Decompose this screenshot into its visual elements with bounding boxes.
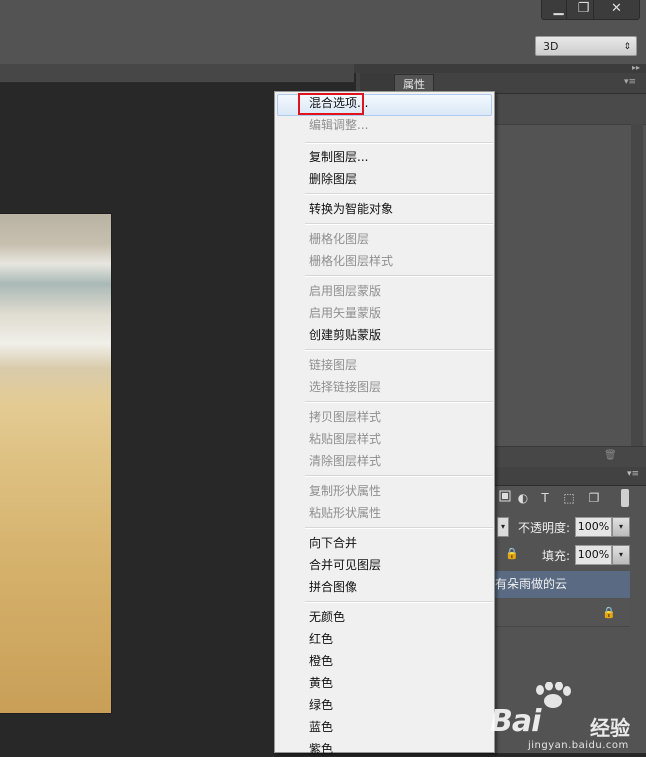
tab-history[interactable] [360, 73, 394, 93]
menu-item-convert-to-smart-object[interactable]: 转换为智能对象 [309, 201, 393, 217]
menu-item-merge-down[interactable]: 向下合并 [309, 535, 357, 551]
menu-item-create-clipping-mask[interactable]: 创建剪贴蒙版 [309, 327, 381, 343]
annotation-highlight-box [298, 93, 364, 115]
document-tab-bar [0, 64, 354, 83]
adjustment-filter-icon[interactable]: ◐ [515, 490, 531, 506]
layer-row-selected[interactable]: 有朵雨做的云 [495, 571, 630, 598]
opacity-label: 不透明度: [518, 521, 571, 535]
panel-menu-icon[interactable]: ▾≡ [624, 75, 642, 89]
watermark-brand-tail: 经验 [590, 716, 630, 740]
menu-separator [305, 223, 493, 225]
layers-menu-icon[interactable]: ▾≡ [627, 469, 639, 479]
menu-item-color-orange[interactable]: 橙色 [309, 653, 333, 669]
menu-separator [305, 527, 493, 529]
menu-item-copy-layer-style: 拷贝图层样式 [309, 410, 382, 424]
filter-toggle[interactable] [621, 489, 629, 507]
workspace-select[interactable]: 3D ⇕ [535, 36, 637, 56]
menu-item-copy-shape-attributes: 复制形状属性 [309, 484, 382, 498]
select-arrows-icon: ⇕ [623, 42, 631, 52]
baidu-jingyan-watermark: Bai 经验 jingyan.baidu.com [484, 676, 644, 752]
menu-separator [305, 475, 493, 477]
layer-name: 有朵雨做的云 [495, 577, 568, 591]
menu-item-enable-layer-mask: 启用图层蒙版 [309, 284, 382, 298]
panel-collapse-bar[interactable]: ▸▸ [354, 64, 646, 73]
menu-separator [305, 349, 493, 351]
menu-item-edit-adjustment: 编辑调整... [309, 118, 369, 132]
menu-item-enable-vector-mask: 启用矢量蒙版 [309, 306, 382, 320]
menu-item-paste-layer-style: 粘贴图层样式 [309, 432, 382, 446]
menu-separator [305, 275, 493, 277]
menu-item-color-violet[interactable]: 紫色 [309, 741, 333, 757]
menu-item-clear-layer-style: 清除图层样式 [309, 454, 382, 468]
close-button[interactable]: ✕ [593, 0, 640, 20]
fill-dropdown-button[interactable]: ▾ [612, 545, 630, 565]
workspace-select-value: 3D [543, 40, 559, 53]
menu-item-merge-visible[interactable]: 合并可见图层 [309, 557, 381, 573]
beach-photo [0, 214, 111, 713]
fill-label: 填充: [542, 549, 571, 563]
menu-item-color-yellow[interactable]: 黄色 [309, 675, 333, 691]
menu-item-link-layers: 链接图层 [309, 358, 358, 372]
opacity-input[interactable]: 100% [575, 517, 612, 537]
watermark-url: jingyan.baidu.com [528, 740, 629, 751]
shape-filter-icon[interactable]: ⬚ [561, 490, 577, 506]
menu-separator [305, 193, 493, 195]
layer-lock-icon: 🔒 [602, 606, 616, 619]
blend-mode-dropdown[interactable]: ▾ [497, 517, 509, 537]
menu-separator [305, 401, 493, 403]
menu-item-color-red[interactable]: 红色 [309, 631, 333, 647]
menu-item-paste-shape-attributes: 粘贴形状属性 [309, 506, 382, 520]
properties-scrollbar[interactable] [631, 124, 643, 446]
menu-item-color-blue[interactable]: 蓝色 [309, 719, 333, 735]
smart-object-filter-icon[interactable]: ❐ [586, 490, 602, 506]
menu-item-color-green[interactable]: 绿色 [309, 697, 333, 713]
lock-all-icon[interactable]: 🔒 [505, 547, 519, 560]
pixel-filter-icon[interactable] [497, 490, 513, 506]
opacity-dropdown-button[interactable]: ▾ [612, 517, 630, 537]
menu-item-rasterize-layer-style: 栅格化图层样式 [309, 254, 394, 268]
menu-item-flatten-image[interactable]: 拼合图像 [309, 579, 357, 595]
menu-item-color-none[interactable]: 无颜色 [309, 609, 345, 625]
watermark-brand: Bai [490, 704, 541, 739]
menu-separator [305, 601, 493, 603]
type-filter-icon[interactable]: T [537, 490, 553, 506]
layer-context-menu: 混合选项... 编辑调整... 复制图层... 删除图层 转换为智能对象 栅格化图层 栅格化… [274, 91, 495, 756]
menu-item-rasterize-layer: 栅格化图层 [309, 232, 370, 246]
trash-icon[interactable]: 🗑 [604, 450, 617, 462]
menu-item-select-linked-layers: 选择链接图层 [309, 380, 382, 394]
menu-separator [305, 142, 493, 144]
menu-item-duplicate-layer[interactable]: 复制图层... [309, 149, 368, 165]
menu-item-delete-layer[interactable]: 删除图层 [309, 171, 357, 187]
fill-input[interactable]: 100% [575, 545, 612, 565]
